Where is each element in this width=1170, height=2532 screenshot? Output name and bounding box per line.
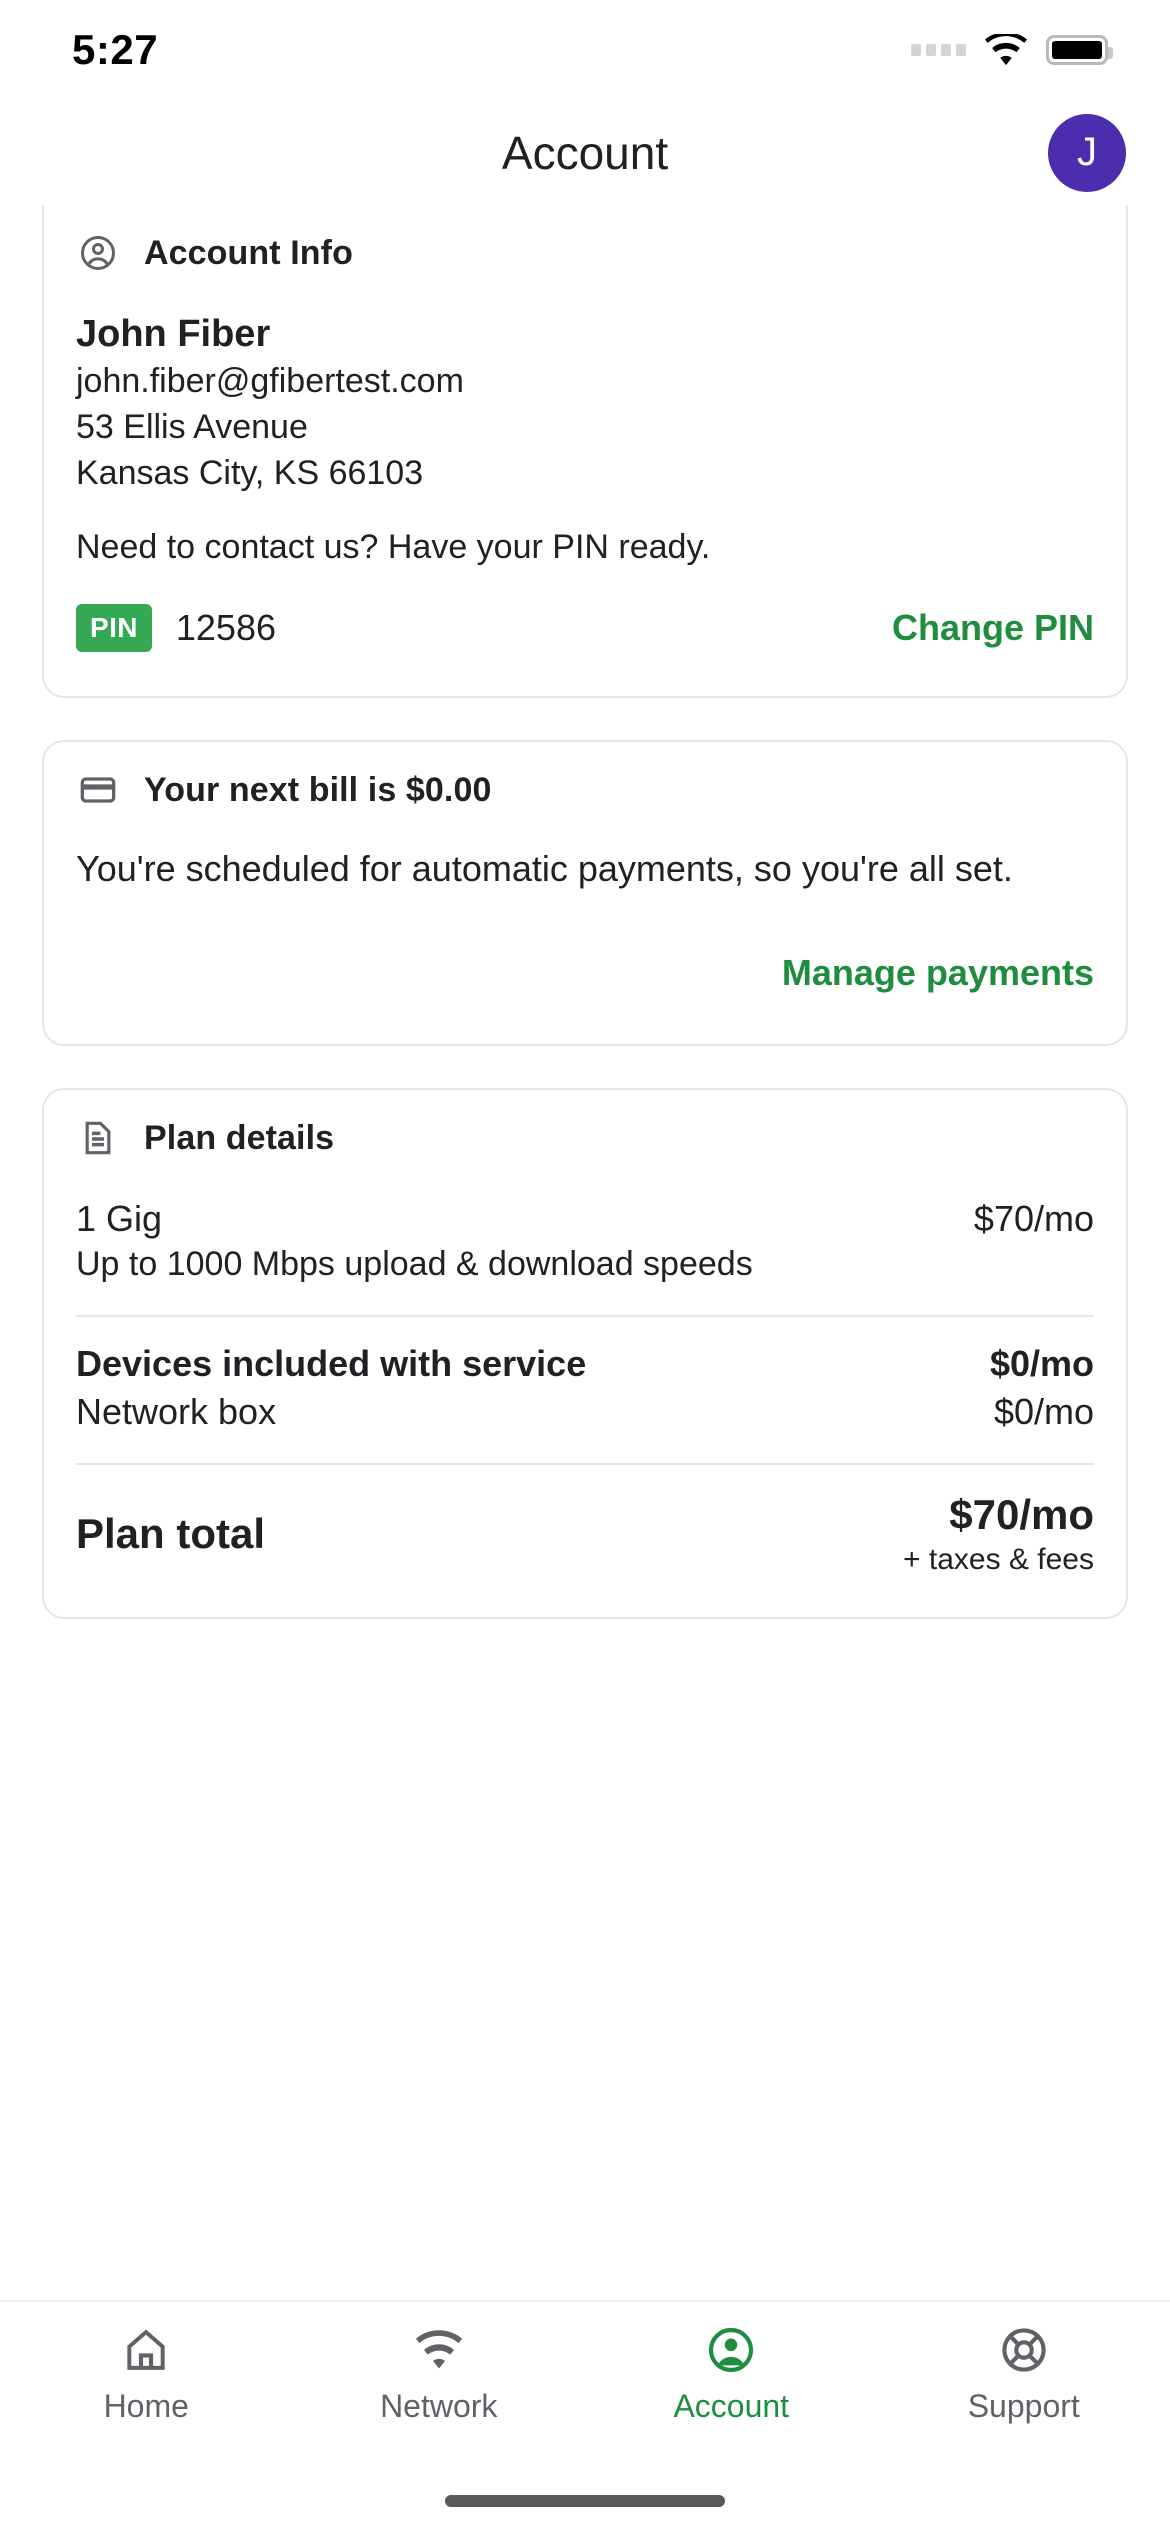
plan-divider-1 <box>76 1314 1094 1317</box>
plan-details-title: Plan details <box>144 1118 335 1157</box>
plan-total-row: Plan total $70/mo + taxes & fees <box>76 1491 1094 1617</box>
plan-row-device-item: Network box $0/mo <box>76 1391 1094 1433</box>
signal-dots-icon <box>911 44 966 56</box>
home-indicator[interactable] <box>445 2495 725 2507</box>
devices-label: Devices included with service <box>76 1342 587 1384</box>
status-bar: 5:27 <box>0 0 1170 100</box>
account-info-header: Account Info <box>76 205 1094 283</box>
page-title: Account <box>501 126 669 179</box>
content-scroll-area[interactable]: Account Info John Fiber john.fiber@gfibe… <box>0 205 1170 2300</box>
plan-total-amount: $70/mo <box>949 1490 1094 1538</box>
billing-actions: Manage payments <box>76 952 1094 1044</box>
status-indicators <box>911 34 1113 66</box>
home-icon <box>121 2324 171 2376</box>
plan-divider-2 <box>76 1462 1094 1465</box>
bottom-tab-bar: Home Network Account Support <box>0 2300 1170 2470</box>
battery-full-icon <box>1046 35 1113 65</box>
plan-name: 1 Gig <box>76 1198 163 1240</box>
wifi-icon <box>412 2324 466 2376</box>
plan-total-values: $70/mo + taxes & fees <box>903 1491 1094 1577</box>
avatar-initial: J <box>1077 130 1097 174</box>
plan-row-devices: Devices included with service $0/mo <box>76 1343 1094 1385</box>
billing-header: Your next bill is $0.00 <box>76 742 1094 820</box>
change-pin-button[interactable]: Change PIN <box>892 607 1094 649</box>
account-holder-name: John Fiber <box>76 313 271 355</box>
tab-network[interactable]: Network <box>293 2324 586 2425</box>
manage-payments-button[interactable]: Manage payments <box>782 952 1094 994</box>
device-name: Network box <box>76 1390 277 1432</box>
app-screen: 5:27 Account J Account Info John Fiber j… <box>0 0 1170 2532</box>
billing-body-text: You're scheduled for automatic payments,… <box>76 848 1013 890</box>
document-icon <box>76 1116 120 1160</box>
account-circle-icon <box>706 2324 756 2376</box>
tab-home-label: Home <box>103 2388 189 2424</box>
home-indicator-area <box>0 2470 1170 2532</box>
billing-card: Your next bill is $0.00 You're scheduled… <box>42 740 1128 1047</box>
status-time: 5:27 <box>72 26 159 73</box>
account-info-title: Account Info <box>144 233 353 272</box>
lifebuoy-icon <box>999 2324 1049 2376</box>
tab-home[interactable]: Home <box>0 2324 293 2425</box>
devices-price: $0/mo <box>989 1342 1094 1384</box>
plan-description: Up to 1000 Mbps upload & download speeds <box>76 1245 753 1284</box>
account-address-line2: Kansas City, KS 66103 <box>76 453 424 492</box>
plan-details-card: Plan details 1 Gig $70/mo Up to 1000 Mbp… <box>42 1088 1128 1619</box>
wifi-icon <box>985 34 1027 66</box>
pin-note: Need to contact us? Have your PIN ready. <box>76 528 711 567</box>
account-email: john.fiber@gfibertest.com <box>76 362 464 400</box>
account-info-card: Account Info John Fiber john.fiber@gfibe… <box>42 205 1128 699</box>
pin-value: 12586 <box>175 607 276 649</box>
tab-account-label: Account <box>673 2388 790 2424</box>
plan-total-label: Plan total <box>76 1509 266 1557</box>
plan-total-note: + taxes & fees <box>903 1542 1094 1576</box>
plan-details-header: Plan details <box>76 1090 1094 1168</box>
plan-price: $70/mo <box>973 1198 1094 1240</box>
tab-support-label: Support <box>967 2388 1080 2424</box>
device-price: $0/mo <box>993 1390 1094 1432</box>
tab-network-label: Network <box>380 2388 498 2424</box>
avatar[interactable]: J <box>1048 113 1126 192</box>
app-header: Account J <box>0 100 1170 205</box>
account-circle-icon <box>76 231 120 275</box>
billing-title: Your next bill is $0.00 <box>144 770 492 809</box>
pin-row: PIN 12586 Change PIN <box>76 604 1094 696</box>
tab-account[interactable]: Account <box>585 2324 878 2425</box>
tab-support[interactable]: Support <box>878 2324 1170 2425</box>
plan-row-primary: 1 Gig $70/mo <box>76 1198 1094 1240</box>
pin-badge: PIN <box>76 604 152 653</box>
account-address-line1: 53 Ellis Avenue <box>76 407 308 446</box>
pin-display: PIN 12586 <box>76 604 276 653</box>
credit-card-icon <box>76 768 120 812</box>
